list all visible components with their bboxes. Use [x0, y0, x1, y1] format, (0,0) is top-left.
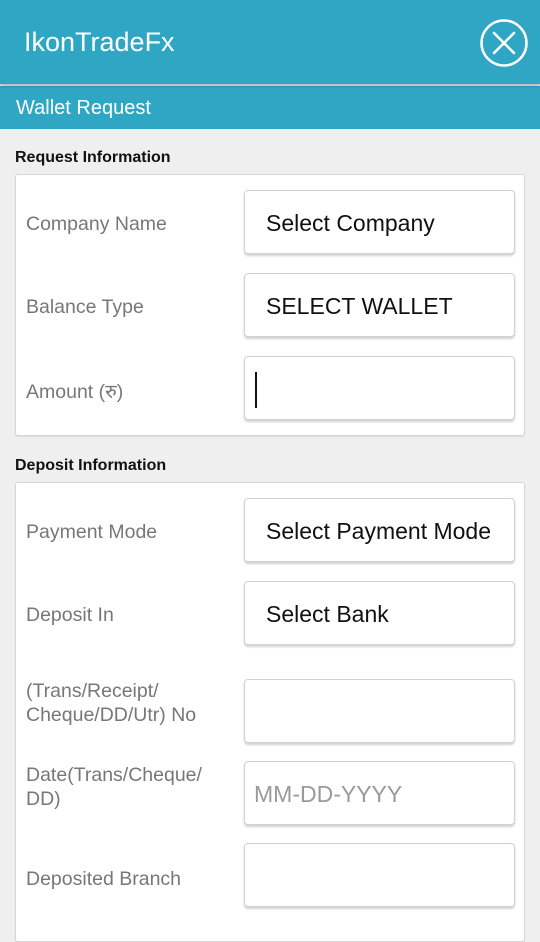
- payment-mode-label: Payment Mode: [26, 521, 158, 543]
- request-info-heading: Request Information: [15, 149, 171, 166]
- company-row: Company Name Select Company: [16, 190, 524, 256]
- balance-type-value: SELECT WALLET: [266, 293, 453, 319]
- company-select[interactable]: Select Company: [244, 190, 515, 254]
- close-circle-icon: [480, 19, 528, 67]
- balance-label: Balance Type: [26, 296, 144, 318]
- date-placeholder: MM-DD-YYYY: [254, 781, 403, 807]
- app-bar: IkonTradeFx: [0, 0, 540, 84]
- deposit-in-label: Deposit In: [26, 604, 114, 626]
- branch-label: Deposited Branch: [26, 868, 182, 890]
- date-input[interactable]: MM-DD-YYYY: [244, 761, 515, 825]
- trans-no-label: (Trans/Receipt/ Cheque/DD/Utr) No: [26, 680, 197, 726]
- bank-select[interactable]: Select Bank: [244, 581, 515, 645]
- balance-row: Balance Type SELECT WALLET: [16, 273, 524, 339]
- app-title: IkonTradeFx: [24, 27, 175, 57]
- sub-header: Wallet Request: [0, 86, 540, 129]
- bank-select-value: Select Bank: [266, 601, 389, 627]
- balance-type-select[interactable]: SELECT WALLET: [244, 273, 515, 337]
- trans-no-row: (Trans/Receipt/ Cheque/DD/Utr) No: [16, 679, 524, 745]
- deposit-info-card: Payment Mode Select Payment Mode Deposit…: [15, 482, 525, 942]
- amount-label: Amount (रु): [26, 381, 124, 403]
- page-title: Wallet Request: [16, 97, 151, 119]
- branch-row: Deposited Branch: [16, 843, 524, 909]
- branch-input[interactable]: [244, 843, 515, 907]
- request-info-card: Company Name Select Company Balance Type…: [15, 174, 525, 436]
- payment-mode-value: Select Payment Mode: [266, 518, 492, 544]
- trans-no-input[interactable]: [244, 679, 515, 743]
- deposit-in-row: Deposit In Select Bank: [16, 581, 524, 647]
- company-label: Company Name: [26, 213, 167, 235]
- amount-input[interactable]: [244, 356, 515, 420]
- date-label: Date(Trans/Cheque/ DD): [26, 764, 202, 810]
- text-cursor: [255, 372, 257, 408]
- payment-mode-select[interactable]: Select Payment Mode: [244, 498, 515, 562]
- close-button[interactable]: [479, 18, 529, 68]
- company-select-value: Select Company: [266, 210, 435, 236]
- amount-row: Amount (रु): [16, 356, 524, 422]
- payment-mode-row: Payment Mode Select Payment Mode: [16, 498, 524, 564]
- deposit-info-heading: Deposit Information: [15, 457, 167, 474]
- date-row: Date(Trans/Cheque/ DD) MM-DD-YYYY: [16, 761, 524, 827]
